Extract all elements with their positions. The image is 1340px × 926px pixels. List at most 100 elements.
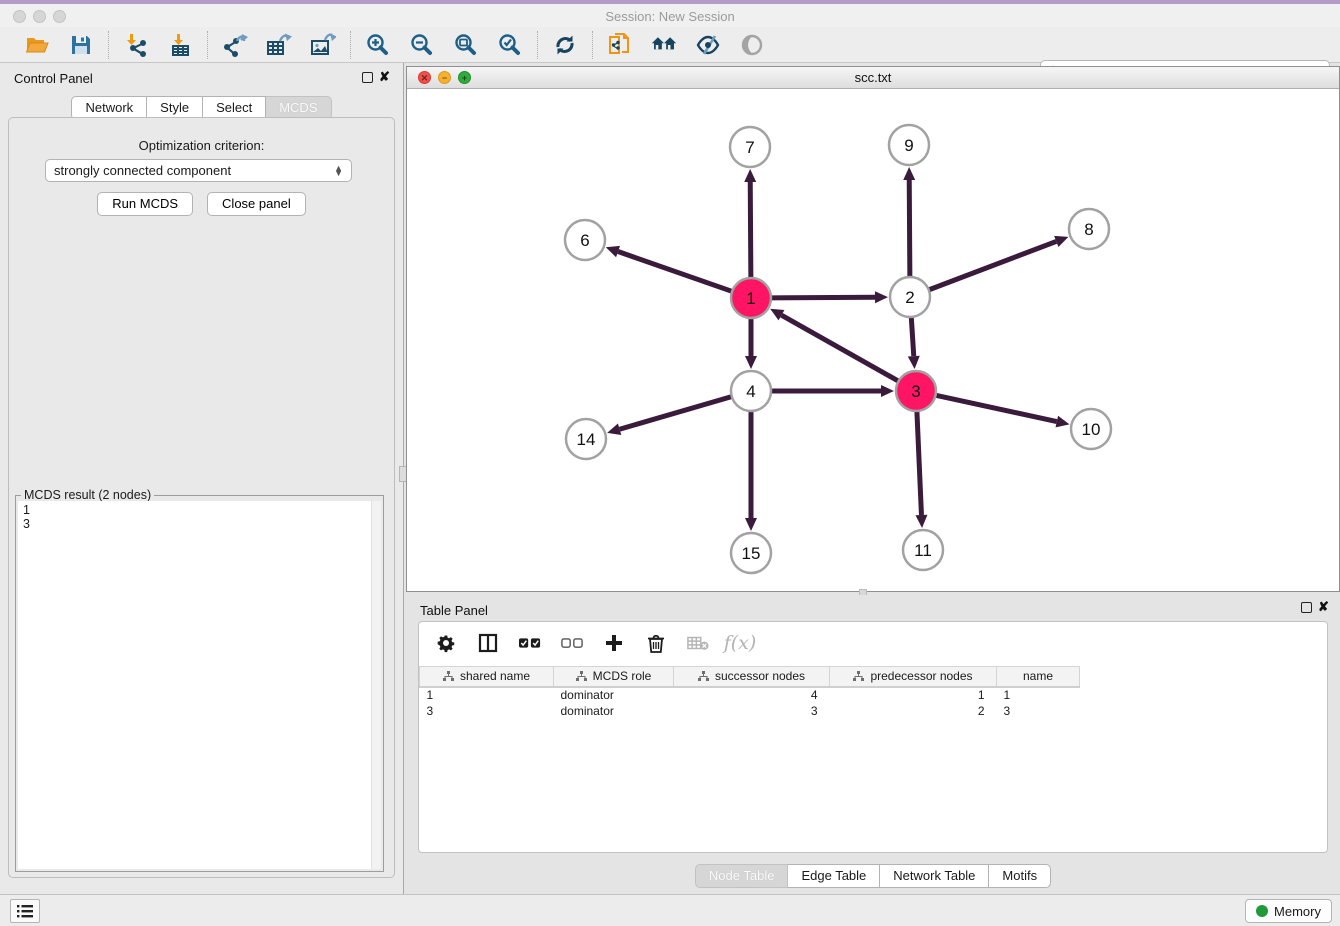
table-panel: Table Panel ✘ xyxy=(406,595,1340,891)
graph-node-label: 8 xyxy=(1084,220,1093,239)
graph-node-label: 7 xyxy=(745,138,754,157)
graph-node-label: 15 xyxy=(742,544,761,563)
graph-edge-2-8[interactable] xyxy=(927,241,1056,290)
mcds-tab-content: Optimization criterion: strongly connect… xyxy=(8,117,395,878)
float-panel-icon[interactable] xyxy=(362,72,373,83)
tab-node-table[interactable]: Node Table xyxy=(695,864,789,888)
sort-hierarchy-icon xyxy=(853,671,864,682)
graph-edge-arrowhead xyxy=(607,423,621,435)
column-header-mcds-role[interactable]: MCDS role xyxy=(554,667,674,687)
run-mcds-button[interactable]: Run MCDS xyxy=(97,192,193,216)
table-row[interactable]: 3 dominator 3 2 3 xyxy=(420,703,1080,719)
tab-motifs[interactable]: Motifs xyxy=(989,864,1051,888)
graph-edge-arrowhead xyxy=(903,167,915,180)
show-column-panel-icon[interactable] xyxy=(477,632,499,654)
create-new-column-icon[interactable] xyxy=(603,632,625,654)
column-header-predecessor-nodes[interactable]: predecessor nodes xyxy=(830,667,997,687)
graph-edge-2-9[interactable] xyxy=(909,180,910,279)
node-table: shared name MCDS role successor nodes pr… xyxy=(419,666,1080,719)
zoom-in-icon[interactable] xyxy=(365,32,391,58)
graph-node-label: 11 xyxy=(914,541,932,560)
select-arrows-icon: ▲▼ xyxy=(334,166,343,176)
graph-edge-2-3[interactable] xyxy=(911,315,914,356)
mcds-result-text[interactable]: 1 3 xyxy=(18,501,371,869)
memory-status-icon xyxy=(1256,905,1268,917)
graph-edge-1-7[interactable] xyxy=(750,182,751,280)
table-row[interactable]: 1 dominator 4 1 1 xyxy=(420,687,1080,703)
delete-table-icon[interactable] xyxy=(687,632,709,654)
tab-edge-table[interactable]: Edge Table xyxy=(788,864,880,888)
status-bar: Memory xyxy=(0,894,1340,926)
graph-node-label: 2 xyxy=(905,288,914,307)
node-table-content: f(x) shared name MCDS role successor nod… xyxy=(418,621,1328,853)
graph-edge-1-6[interactable] xyxy=(618,252,734,293)
list-icon xyxy=(17,905,33,918)
graph-node-label: 14 xyxy=(577,430,596,449)
float-table-panel-icon[interactable] xyxy=(1301,602,1312,613)
clone-network-icon[interactable] xyxy=(607,32,633,58)
graph-edge-arrowhead xyxy=(745,356,757,369)
delete-columns-icon[interactable] xyxy=(645,632,667,654)
close-panel-button[interactable]: Close panel xyxy=(207,192,306,216)
select-all-columns-icon[interactable] xyxy=(519,632,541,654)
criterion-select[interactable]: strongly connected component ▲▼ xyxy=(45,159,352,182)
export-image-icon[interactable] xyxy=(310,32,336,58)
table-header-row: shared name MCDS role successor nodes pr… xyxy=(420,667,1080,687)
close-panel-icon[interactable]: ✘ xyxy=(379,70,390,84)
graph-edge-arrowhead xyxy=(908,356,920,369)
memory-button[interactable]: Memory xyxy=(1245,899,1332,923)
optimization-criterion-label: Optimization criterion: xyxy=(9,138,394,153)
open-session-icon[interactable] xyxy=(24,32,50,58)
graph-edge-arrowhead xyxy=(1056,416,1070,428)
tab-network-table[interactable]: Network Table xyxy=(880,864,989,888)
table-options-gear-icon[interactable] xyxy=(435,632,457,654)
home-icon[interactable] xyxy=(651,32,677,58)
network-graph: 7968124314101511 xyxy=(407,89,1339,591)
graph-edge-4-14[interactable] xyxy=(620,396,734,429)
mcds-result-legend: MCDS result (2 nodes) xyxy=(21,488,154,502)
task-history-button[interactable] xyxy=(10,899,40,923)
import-network-icon[interactable] xyxy=(123,32,149,58)
graph-edge-arrowhead xyxy=(875,291,888,303)
graph-edge-3-1[interactable] xyxy=(781,315,900,382)
graph-node-label: 9 xyxy=(904,136,913,155)
graph-edge-arrowhead xyxy=(744,169,756,182)
graph-edge-3-10[interactable] xyxy=(934,395,1057,422)
column-header-successor-nodes[interactable]: successor nodes xyxy=(674,667,830,687)
app-title: Session: New Session xyxy=(0,9,1340,24)
network-title: scc.txt xyxy=(407,70,1339,85)
import-table-icon[interactable] xyxy=(167,32,193,58)
memory-label: Memory xyxy=(1274,904,1321,919)
graph-edge-arrowhead xyxy=(745,518,757,531)
main-toolbar xyxy=(0,27,1340,63)
zoom-selected-icon[interactable] xyxy=(497,32,523,58)
graph-edge-arrowhead xyxy=(881,385,894,397)
birds-eye-view-icon[interactable] xyxy=(739,32,765,58)
export-table-icon[interactable] xyxy=(266,32,292,58)
graph-edge-arrowhead xyxy=(606,246,620,257)
save-session-icon[interactable] xyxy=(68,32,94,58)
function-builder-icon[interactable]: f(x) xyxy=(729,632,751,654)
mcds-result-fieldset: MCDS result (2 nodes) 1 3 xyxy=(15,495,384,872)
graph-edge-3-11[interactable] xyxy=(917,409,922,515)
table-tabs: Node Table Edge Table Network Table Moti… xyxy=(406,864,1340,888)
result-scrollbar[interactable] xyxy=(371,501,381,869)
graph-edge-arrowhead xyxy=(915,515,927,528)
export-network-icon[interactable] xyxy=(222,32,248,58)
sort-hierarchy-icon xyxy=(698,671,709,682)
zoom-out-icon[interactable] xyxy=(409,32,435,58)
unselect-all-columns-icon[interactable] xyxy=(561,632,583,654)
network-window-titlebar[interactable]: ✕ − + scc.txt xyxy=(407,67,1339,89)
table-toolbar: f(x) xyxy=(419,622,1327,666)
control-panel: Control Panel ✘ Network Style Select MCD… xyxy=(0,63,404,894)
graph-edge-1-2[interactable] xyxy=(769,297,875,298)
graph-edge-arrowhead xyxy=(1054,236,1068,247)
column-header-shared-name[interactable]: shared name xyxy=(420,667,554,687)
zoom-fit-icon[interactable] xyxy=(453,32,479,58)
refresh-layout-icon[interactable] xyxy=(552,32,578,58)
graph-node-label: 4 xyxy=(746,382,755,401)
graphics-details-icon[interactable] xyxy=(695,32,721,58)
close-table-panel-icon[interactable]: ✘ xyxy=(1318,600,1329,614)
column-header-name[interactable]: name xyxy=(997,667,1080,687)
network-canvas[interactable]: 7968124314101511 xyxy=(407,89,1339,591)
